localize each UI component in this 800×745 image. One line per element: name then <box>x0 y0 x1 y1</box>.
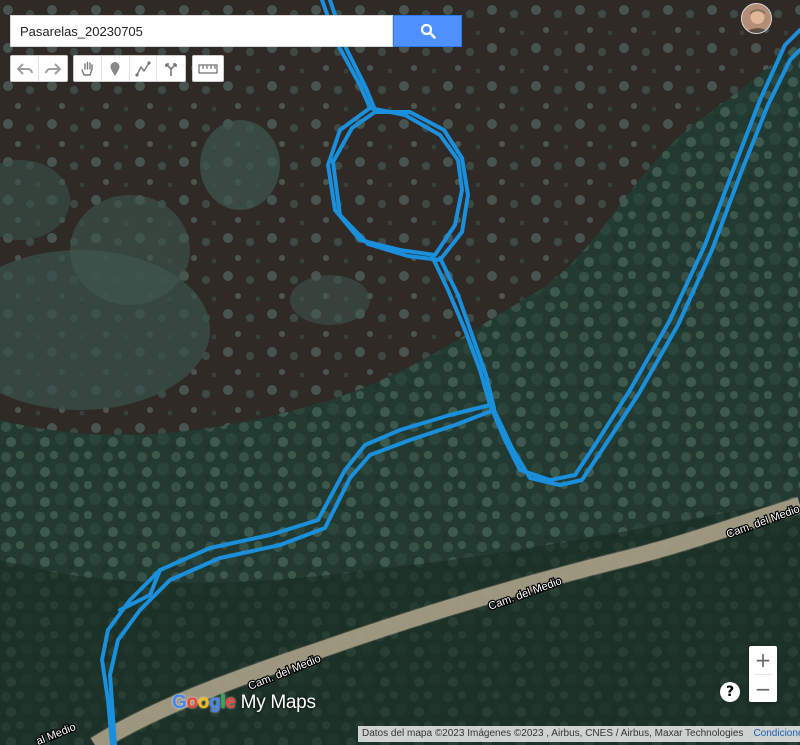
measure-group <box>192 55 224 82</box>
undo-icon <box>16 62 33 75</box>
zoom-in-button[interactable]: + <box>749 646 777 674</box>
search-button[interactable] <box>393 15 462 47</box>
zoom-out-button[interactable]: − <box>749 675 777 703</box>
logo-google: Google <box>172 692 236 713</box>
add-marker-button[interactable] <box>102 56 130 81</box>
attribution-text: Datos del mapa ©2023 Imágenes ©2023 , Ai… <box>362 728 744 739</box>
draw-line-button[interactable] <box>130 56 158 81</box>
search-input[interactable] <box>10 15 393 47</box>
map-attribution: Datos del mapa ©2023 Imágenes ©2023 , Ai… <box>358 726 800 742</box>
terms-link[interactable]: Condiciones <box>747 726 800 742</box>
logo-mymaps: My Maps <box>240 692 316 713</box>
user-avatar[interactable] <box>741 3 772 34</box>
pan-button[interactable] <box>74 56 102 81</box>
redo-button[interactable] <box>39 56 67 81</box>
google-mymaps-logo: Google My Maps <box>172 692 316 714</box>
ruler-icon <box>198 63 218 74</box>
hand-icon <box>81 61 94 76</box>
draw-tools-group <box>73 55 186 82</box>
directions-button[interactable] <box>157 56 185 81</box>
undo-button[interactable] <box>11 56 39 81</box>
directions-icon <box>165 62 177 76</box>
measure-button[interactable] <box>193 56 223 81</box>
zoom-control: + − <box>749 646 777 702</box>
help-button[interactable]: ? <box>720 682 740 702</box>
redo-icon <box>45 62 61 75</box>
undo-redo-group <box>10 55 68 82</box>
draw-line-icon <box>135 60 151 77</box>
search-icon <box>420 23 436 39</box>
satellite-map[interactable]: Cam. del Medio Cam. del Medio Cam. del M… <box>0 0 800 745</box>
marker-icon <box>110 61 120 76</box>
